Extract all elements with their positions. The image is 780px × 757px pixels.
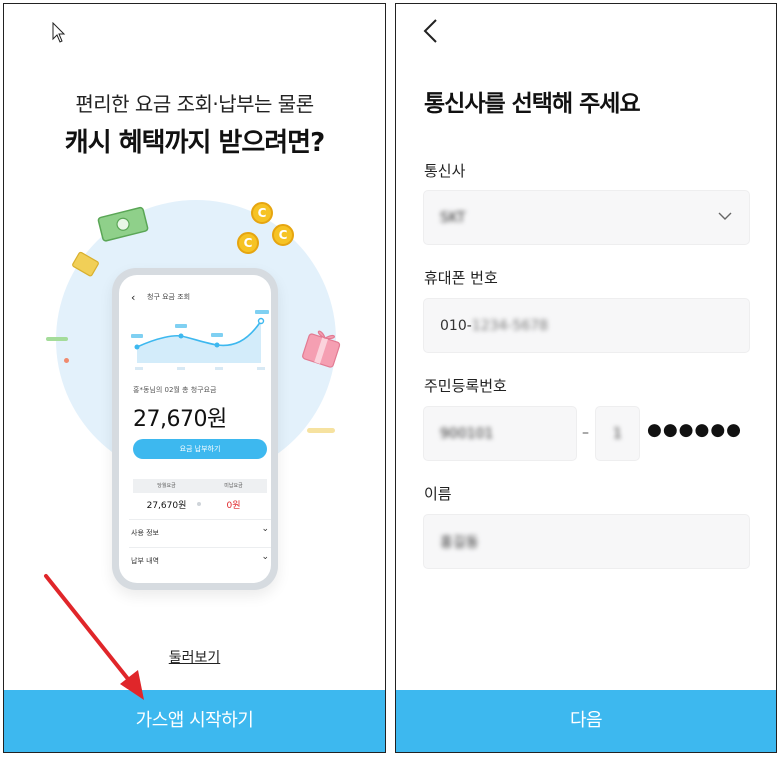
mockup-summary-label: 홍*동님의 02월 총 청구요금 xyxy=(133,386,217,394)
cash-bill-icon xyxy=(97,206,149,242)
chevron-down-icon: ⌄ xyxy=(261,524,269,534)
back-arrow-icon: ‹ xyxy=(131,291,136,304)
mockup-pay-button: 요금 납부하기 xyxy=(133,439,267,459)
rrn-front-field[interactable]: 900101 xyxy=(423,406,577,461)
mockup-amount: 27,670원 xyxy=(133,407,227,432)
rrn-gender-digit-value: 1 xyxy=(613,425,622,442)
name-label: 이름 xyxy=(424,485,452,503)
table-cell: 27,670원 xyxy=(146,500,187,511)
chevron-down-icon xyxy=(718,212,732,220)
phone-number-field[interactable]: 010-1234-5678 xyxy=(423,298,750,353)
carrier-verification-screen: 통신사를 선택해 주세요 통신사 SKT 휴대폰 번호 010-1234-567… xyxy=(395,3,777,753)
headline-subtitle: 편리한 요금 조회·납부는 물론 xyxy=(75,92,314,116)
name-value: 홍길동 xyxy=(440,534,479,551)
coin-icon: C xyxy=(272,224,294,246)
headline-title: 캐시 혜택까지 받으려면? xyxy=(64,128,325,158)
mockup-bill-table: 당월요금 미납요금 27,670원 0원 xyxy=(133,479,267,515)
carrier-select[interactable]: SKT xyxy=(423,190,750,245)
rrn-front-value: 900101 xyxy=(440,425,494,442)
table-cell: 0원 xyxy=(226,500,241,511)
phone-number-prefix: 010- xyxy=(440,317,472,334)
onboarding-screen: 편리한 요금 조회·납부는 물론 캐시 혜택까지 받으려면? C C C ‹ 청… xyxy=(3,3,386,753)
rrn-dash: – xyxy=(582,425,589,441)
carrier-label: 통신사 xyxy=(424,162,466,180)
phone-mockup: ‹ 청구 요금 조회 홍*동님의 02월 총 청구요금 27,670원 요금 납… xyxy=(112,268,278,590)
mockup-title: 청구 요금 조회 xyxy=(147,293,191,301)
list-item-label: 납부 내역 xyxy=(131,557,159,565)
page-title: 통신사를 선택해 주세요 xyxy=(424,91,641,117)
phone-mockup-screen: ‹ 청구 요금 조회 홍*동님의 02월 총 청구요금 27,670원 요금 납… xyxy=(119,275,271,583)
phone-number-label: 휴대폰 번호 xyxy=(424,269,498,287)
rrn-label: 주민등록번호 xyxy=(424,377,507,395)
decorative-dot xyxy=(197,502,201,506)
mockup-list-item: 사용 정보 ⌄ xyxy=(129,519,271,546)
coin-icon: C xyxy=(237,232,259,254)
phone-number-value: 010-1234-5678 xyxy=(440,318,548,334)
annotation-arrow-icon xyxy=(44,574,144,700)
next-button[interactable]: 다음 xyxy=(396,690,776,752)
mouse-cursor-icon xyxy=(52,22,66,43)
gift-box-icon xyxy=(302,330,341,368)
carrier-value: SKT xyxy=(440,209,466,226)
phone-number-blurred: 1234-5678 xyxy=(471,317,549,334)
decorative-dash xyxy=(307,428,335,433)
yellow-block-icon xyxy=(72,251,99,277)
rrn-masked-digits: ●●●●●● xyxy=(647,420,743,440)
coin-icon: C xyxy=(251,202,273,224)
list-item-label: 사용 정보 xyxy=(131,529,159,537)
decorative-dash xyxy=(46,337,68,341)
table-header-cell: 당월요금 xyxy=(157,483,176,489)
decorative-dot xyxy=(64,358,69,363)
back-chevron-icon[interactable] xyxy=(422,18,440,44)
billing-chart-illustration xyxy=(131,310,269,370)
table-header-cell: 미납요금 xyxy=(224,483,243,489)
rrn-gender-digit-field[interactable]: 1 xyxy=(595,406,640,461)
name-field[interactable]: 홍길동 xyxy=(423,514,750,569)
chevron-down-icon: ⌄ xyxy=(261,552,269,562)
mockup-list-item: 납부 내역 ⌄ xyxy=(129,547,271,574)
table-header-row: 당월요금 미납요금 xyxy=(133,479,267,493)
